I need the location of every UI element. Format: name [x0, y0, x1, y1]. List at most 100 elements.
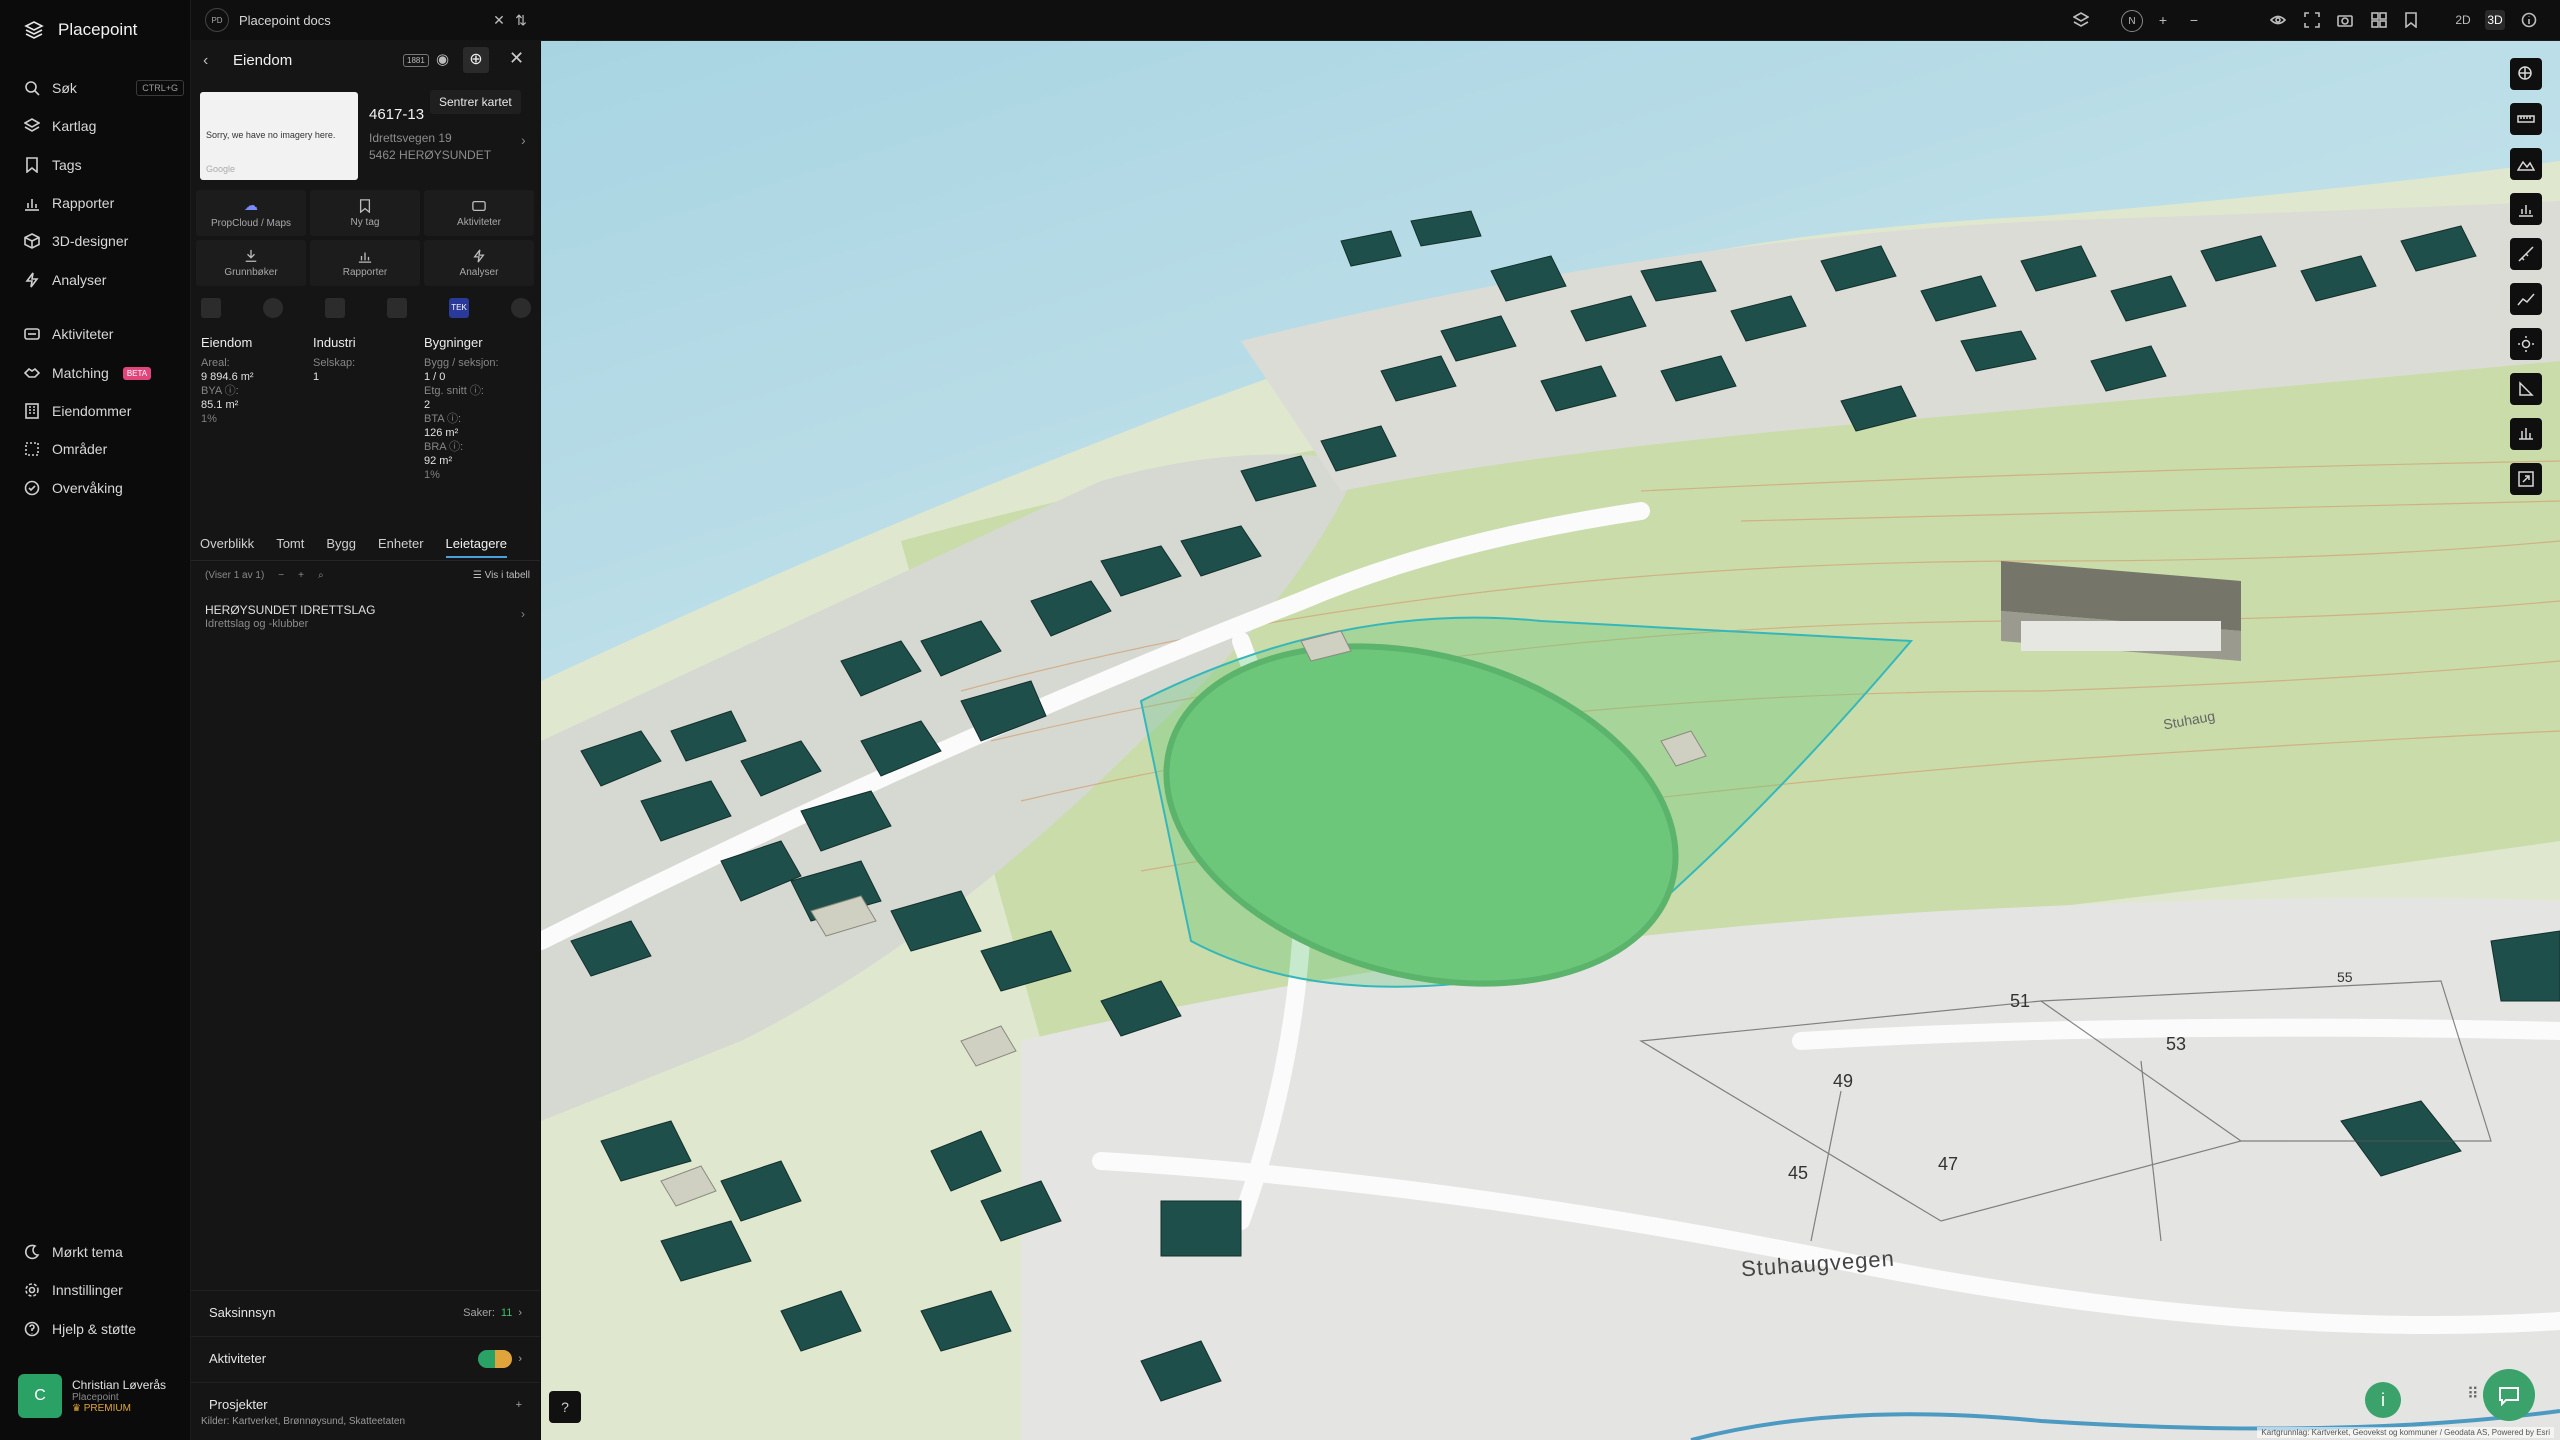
- chat-icon: [2499, 1387, 2519, 1407]
- list-toolbar: (Viser 1 av 1) − + ⌕ ☰ Vis i tabell: [205, 570, 530, 581]
- elevation-icon[interactable]: [2510, 283, 2542, 315]
- source-link[interactable]: Kartverket: [232, 1416, 278, 1427]
- table-toggle-label: Vis i tabell: [484, 570, 530, 581]
- minus-icon[interactable]: −: [278, 570, 284, 581]
- nav-item-rapporter[interactable]: Rapporter: [24, 191, 184, 215]
- new-tag-button[interactable]: Ny tag: [310, 190, 420, 236]
- propcloud-button[interactable]: ☁ PropCloud / Maps: [196, 190, 306, 236]
- tab-leietagere[interactable]: Leietagere: [445, 536, 507, 558]
- address-street: Idrettsvegen 19: [369, 131, 452, 145]
- zoom-in-icon[interactable]: +: [2153, 10, 2173, 30]
- land-registry-button[interactable]: Grunnbøker: [196, 240, 306, 286]
- industry-icon[interactable]: [325, 298, 345, 318]
- activities-button[interactable]: Aktiviteter: [424, 190, 534, 236]
- more-icon[interactable]: [511, 298, 531, 318]
- table-toggle[interactable]: ☰ Vis i tabell: [473, 570, 530, 581]
- section-aktiviteter[interactable]: Aktiviteter ›: [191, 1336, 540, 1380]
- nav-item-settings[interactable]: Innstillinger: [24, 1278, 184, 1302]
- center-map-button[interactable]: ⊕: [463, 47, 489, 73]
- stat-value: 1: [313, 371, 320, 383]
- tab-bygg[interactable]: Bygg: [326, 536, 356, 558]
- fullscreen-icon[interactable]: [2302, 10, 2322, 30]
- drag-handle-icon[interactable]: ⠿: [2467, 1384, 2479, 1404]
- source-link[interactable]: Skatteetaten: [349, 1416, 405, 1427]
- search-icon[interactable]: ⌕: [318, 570, 324, 581]
- map-square-icon[interactable]: [201, 298, 221, 318]
- back-chevron-icon[interactable]: ‹: [203, 52, 208, 70]
- shadow-icon[interactable]: [2510, 373, 2542, 405]
- nav-search[interactable]: Søk CTRL+G: [24, 76, 184, 100]
- level-icon[interactable]: [2510, 418, 2542, 450]
- tek-icon[interactable]: TEK: [449, 298, 469, 318]
- eye-icon[interactable]: ◉: [436, 50, 449, 68]
- chevron-right-icon[interactable]: ›: [521, 132, 526, 148]
- terrain-icon[interactable]: [2510, 148, 2542, 180]
- nav-item-eiendommer[interactable]: Eiendommer: [24, 399, 184, 423]
- signal-bars-icon[interactable]: [387, 298, 407, 318]
- search-globe-icon[interactable]: [2510, 58, 2542, 90]
- badge-1881[interactable]: 1881: [403, 54, 429, 67]
- source-link[interactable]: Brønnøysund: [283, 1416, 343, 1427]
- chevron-updown-icon[interactable]: ⇅: [511, 10, 531, 30]
- sun-icon[interactable]: [2510, 328, 2542, 360]
- compass-icon[interactable]: N: [2121, 10, 2143, 32]
- nav-item-omrader[interactable]: Områder: [24, 437, 184, 461]
- tab-tomt[interactable]: Tomt: [276, 536, 304, 558]
- nav-label: Matching: [52, 365, 109, 381]
- handshake-icon: [24, 367, 40, 378]
- chart-icon[interactable]: [2510, 193, 2542, 225]
- globe-icon[interactable]: [263, 298, 283, 318]
- nav-item-help[interactable]: Hjelp & støtte: [24, 1317, 184, 1341]
- mode-3d-toggle[interactable]: 3D: [2485, 10, 2505, 30]
- user-org: Placepoint: [72, 1392, 119, 1403]
- camera-icon[interactable]: [2335, 10, 2355, 30]
- nav-item-3d-designer[interactable]: 3D-designer: [24, 229, 184, 253]
- map-scene[interactable]: [541, 41, 2560, 1440]
- nav-item-matching[interactable]: Matching BETA: [24, 361, 184, 385]
- section-saksinnsyn[interactable]: Saksinnsyn Saker: 11 ›: [191, 1290, 540, 1334]
- stats-heading: Bygninger: [424, 335, 483, 350]
- measure-icon[interactable]: [2510, 238, 2542, 270]
- chat-button[interactable]: [2483, 1369, 2535, 1421]
- placepoint-logo-icon: [24, 21, 44, 39]
- info-button[interactable]: i: [2365, 1382, 2401, 1418]
- ruler-icon[interactable]: [2510, 103, 2542, 135]
- property-thumbnail[interactable]: Sorry, we have no imagery here. Google: [200, 92, 358, 180]
- bookmark-icon[interactable]: [2401, 10, 2421, 30]
- tab-enheter[interactable]: Enheter: [378, 536, 424, 558]
- action-label: Analyser: [459, 266, 499, 278]
- grid-icon[interactable]: [2369, 10, 2389, 30]
- nav-item-overvaking[interactable]: Overvåking: [24, 476, 184, 500]
- list-item[interactable]: HERØYSUNDET IDRETTSLAG Idrettslag og -kl…: [205, 603, 525, 631]
- help-circle-icon[interactable]: ?: [549, 1391, 581, 1423]
- nav-item-tags[interactable]: Tags: [24, 153, 184, 177]
- brand[interactable]: Placepoint: [24, 20, 137, 40]
- map-3d-view[interactable]: 51 53 49 47 45 55 Stuhaugvegen Stuhaug i…: [541, 41, 2560, 1440]
- building-icon: [25, 403, 39, 419]
- nav-item-kartlag[interactable]: Kartlag: [24, 114, 184, 138]
- eye-icon[interactable]: [2268, 10, 2288, 30]
- plus-icon[interactable]: +: [516, 1399, 522, 1411]
- plus-icon[interactable]: +: [298, 570, 304, 581]
- tab-overblikk[interactable]: Overblikk: [200, 536, 254, 558]
- stat-label: Selskap:: [313, 357, 356, 369]
- mode-2d-toggle[interactable]: 2D: [2453, 10, 2473, 30]
- info-icon[interactable]: [2519, 10, 2539, 30]
- activity-avatars-icon: [478, 1349, 513, 1368]
- nav-label: Mørkt tema: [52, 1244, 123, 1260]
- zoom-out-icon[interactable]: −: [2184, 10, 2204, 30]
- layers-3d-icon[interactable]: [2071, 10, 2091, 30]
- reports-button[interactable]: Rapporter: [310, 240, 420, 286]
- nav-item-dark-theme[interactable]: Mørkt tema: [24, 1240, 184, 1264]
- analyses-button[interactable]: Analyser: [424, 240, 534, 286]
- user-card[interactable]: C Christian Løverås Placepoint ♛ PREMIUM: [18, 1372, 178, 1420]
- close-icon[interactable]: ✕: [509, 48, 524, 69]
- property-address[interactable]: Idrettsvegen 19 5462 HERØYSUNDET: [369, 130, 491, 164]
- nav-search-label: Søk: [52, 80, 77, 96]
- help-icon: [24, 1321, 40, 1337]
- close-icon[interactable]: ✕: [489, 10, 509, 30]
- nav-item-aktiviteter[interactable]: Aktiviteter: [24, 322, 184, 346]
- nav-item-analyser[interactable]: Analyser: [24, 268, 184, 292]
- export-icon[interactable]: [2510, 463, 2542, 495]
- doc-tab[interactable]: PD Placepoint docs: [205, 8, 331, 32]
